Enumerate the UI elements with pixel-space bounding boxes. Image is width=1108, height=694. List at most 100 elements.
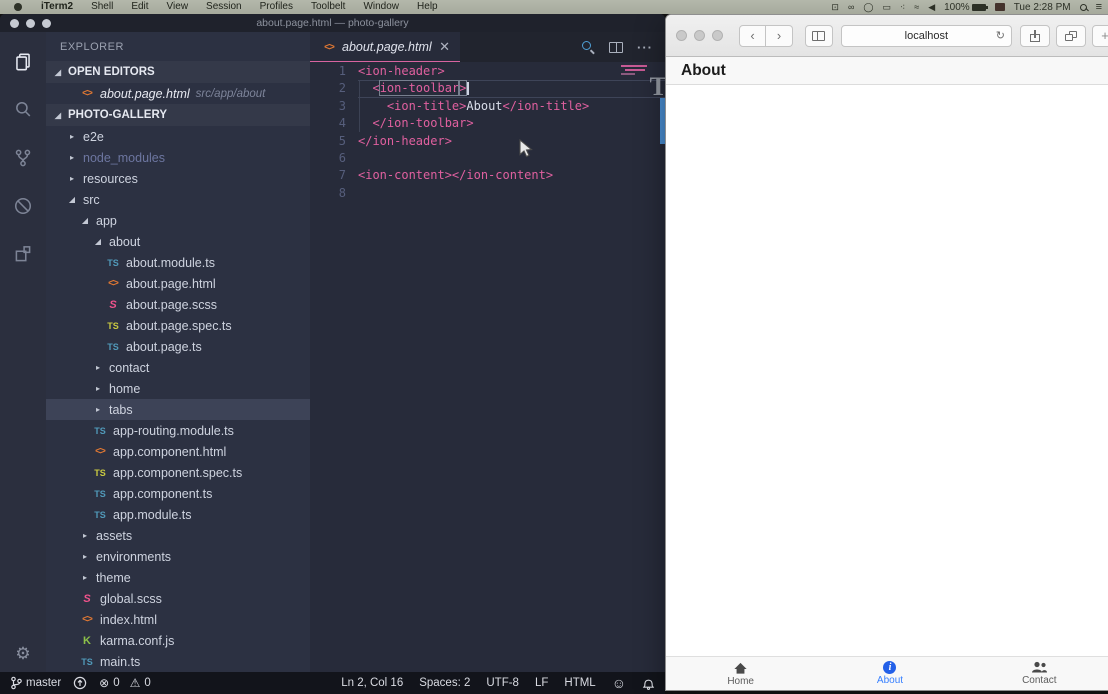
code-line-6[interactable] bbox=[358, 150, 665, 167]
tree-item-karma-conf-js[interactable]: Kkarma.conf.js bbox=[46, 630, 310, 651]
eol-sequence[interactable]: LF bbox=[535, 677, 548, 689]
project-header[interactable]: ◢ PHOTO-GALLERY bbox=[46, 104, 310, 126]
publish-sync-icon[interactable] bbox=[73, 676, 87, 690]
tree-item-about[interactable]: ◢about bbox=[46, 231, 310, 252]
debug-icon[interactable] bbox=[0, 182, 46, 230]
code-line-7[interactable]: <ion-content></ion-content> bbox=[358, 167, 665, 184]
code-token: ion-toolbar bbox=[380, 81, 459, 95]
keystroke-icon[interactable]: ⁖ bbox=[900, 0, 905, 14]
menu-item-shell[interactable]: Shell bbox=[82, 0, 122, 14]
share-button[interactable] bbox=[1020, 25, 1050, 47]
wifi-icon[interactable]: ≈ bbox=[914, 0, 919, 14]
tree-item-about-page-scss[interactable]: Sabout.page.scss bbox=[46, 294, 310, 315]
feedback-smiley-icon[interactable]: ☺ bbox=[612, 675, 626, 691]
zoom-window-button[interactable] bbox=[712, 30, 723, 41]
tree-item-index-html[interactable]: <>index.html bbox=[46, 609, 310, 630]
tree-item-about-page-spec-ts[interactable]: TSabout.page.spec.ts bbox=[46, 315, 310, 336]
menu-item-window[interactable]: Window bbox=[354, 0, 408, 14]
code-line-3[interactable]: <ion-title>About</ion-title> bbox=[358, 98, 665, 115]
minimap[interactable] bbox=[621, 65, 651, 77]
spotlight-icon[interactable] bbox=[1080, 4, 1087, 11]
new-tab-button[interactable]: + bbox=[1092, 25, 1108, 47]
find-icon[interactable] bbox=[581, 40, 595, 54]
menu-bar-clock[interactable]: Tue 2:28 PM bbox=[1014, 2, 1071, 13]
encoding[interactable]: UTF-8 bbox=[486, 677, 519, 689]
display-mirror-icon[interactable]: ▭ bbox=[882, 0, 891, 14]
editor-tab-about-page-html[interactable]: <> about.page.html ✕ bbox=[310, 32, 460, 62]
reload-icon[interactable]: ↻ bbox=[996, 29, 1005, 42]
tree-item-about-page-html[interactable]: <>about.page.html bbox=[46, 273, 310, 294]
tree-item-tabs[interactable]: ▸tabs bbox=[46, 399, 310, 420]
tree-item-app-routing-module-ts[interactable]: TSapp-routing.module.ts bbox=[46, 420, 310, 441]
ion-tab-about[interactable]: iAbout bbox=[815, 657, 964, 690]
menu-item-view[interactable]: View bbox=[158, 0, 198, 14]
tree-item-app-component-spec-ts[interactable]: TSapp.component.spec.ts bbox=[46, 462, 310, 483]
screen-record-icon[interactable]: ⊡ bbox=[831, 0, 839, 14]
open-editor-entry[interactable]: <> about.page.html src/app/about bbox=[46, 83, 310, 104]
code-editor[interactable]: 12345678 <ion-header> <ion-toolbar> <ion… bbox=[310, 62, 665, 672]
close-window-button[interactable] bbox=[676, 30, 687, 41]
git-branch-indicator[interactable]: master bbox=[10, 676, 61, 690]
settings-gear-icon[interactable]: ⚙ bbox=[15, 644, 30, 664]
menu-item-edit[interactable]: Edit bbox=[122, 0, 157, 14]
tree-item-node-modules[interactable]: ▸node_modules bbox=[46, 147, 310, 168]
tree-item-assets[interactable]: ▸assets bbox=[46, 525, 310, 546]
vscode-titlebar[interactable]: about.page.html — photo-gallery bbox=[0, 14, 665, 32]
stop-icon[interactable]: ◯ bbox=[863, 0, 873, 14]
menu-item-profiles[interactable]: Profiles bbox=[251, 0, 302, 14]
tree-item-app[interactable]: ◢app bbox=[46, 210, 310, 231]
tree-item-about-module-ts[interactable]: TSabout.module.ts bbox=[46, 252, 310, 273]
tree-item-home[interactable]: ▸home bbox=[46, 378, 310, 399]
search-icon[interactable] bbox=[0, 86, 46, 134]
cursor-position[interactable]: Ln 2, Col 16 bbox=[341, 677, 403, 689]
extensions-icon[interactable] bbox=[0, 230, 46, 278]
ion-tab-home[interactable]: Home bbox=[666, 657, 815, 690]
tree-item-app-component-html[interactable]: <>app.component.html bbox=[46, 441, 310, 462]
tree-item-label: app.component.ts bbox=[113, 487, 212, 501]
tab-overview-button[interactable] bbox=[1056, 25, 1086, 47]
tree-item-src[interactable]: ◢src bbox=[46, 189, 310, 210]
tree-item-main-ts[interactable]: TSmain.ts bbox=[46, 651, 310, 672]
problems-indicator[interactable]: ⊗ 0 ⚠ 0 bbox=[99, 676, 151, 690]
tree-item-environments[interactable]: ▸environments bbox=[46, 546, 310, 567]
tree-item-resources[interactable]: ▸resources bbox=[46, 168, 310, 189]
input-source-icon[interactable] bbox=[995, 3, 1005, 11]
more-actions-icon[interactable]: ··· bbox=[637, 40, 653, 55]
address-bar[interactable]: localhost ↻ bbox=[841, 25, 1012, 47]
tree-item-global-scss[interactable]: Sglobal.scss bbox=[46, 588, 310, 609]
glasses-icon[interactable]: ∞ bbox=[848, 0, 854, 14]
minimize-window-button[interactable] bbox=[694, 30, 705, 41]
menu-item-iterm2[interactable]: iTerm2 bbox=[32, 0, 82, 14]
safari-toolbar[interactable]: ‹ › localhost ↻ bbox=[666, 15, 1108, 57]
explorer-icon[interactable] bbox=[0, 38, 46, 86]
source-control-icon[interactable] bbox=[0, 134, 46, 182]
split-editor-icon[interactable] bbox=[609, 42, 623, 53]
code-line-8[interactable] bbox=[358, 185, 665, 202]
tab-close-icon[interactable]: ✕ bbox=[439, 39, 450, 55]
code-line-1[interactable]: <ion-header> bbox=[358, 63, 665, 80]
battery-indicator[interactable]: 100% bbox=[944, 2, 986, 13]
indentation[interactable]: Spaces: 2 bbox=[419, 677, 470, 689]
notification-center-icon[interactable]: ≡ bbox=[1096, 0, 1102, 14]
open-editors-header[interactable]: ◢ OPEN EDITORS bbox=[46, 61, 310, 83]
code-line-2[interactable]: <ion-toolbar> bbox=[358, 80, 665, 97]
tree-item-app-module-ts[interactable]: TSapp.module.ts bbox=[46, 504, 310, 525]
ion-tab-contact[interactable]: Contact bbox=[965, 657, 1108, 690]
tree-item-app-component-ts[interactable]: TSapp.component.ts bbox=[46, 483, 310, 504]
sidebar-toggle-button[interactable] bbox=[805, 25, 833, 47]
forward-button[interactable]: › bbox=[766, 25, 793, 47]
code-line-4[interactable]: </ion-toolbar> bbox=[358, 115, 665, 132]
apple-menu-icon[interactable] bbox=[14, 3, 22, 11]
back-button[interactable]: ‹ bbox=[739, 25, 766, 47]
notifications-bell-icon[interactable] bbox=[642, 676, 655, 690]
code-line-5[interactable]: </ion-header> bbox=[358, 133, 665, 150]
tree-item-e2e[interactable]: ▸e2e bbox=[46, 126, 310, 147]
volume-icon[interactable]: ◀ bbox=[928, 0, 935, 14]
language-mode[interactable]: HTML bbox=[564, 677, 595, 689]
menu-item-toolbelt[interactable]: Toolbelt bbox=[302, 0, 354, 14]
tree-item-about-page-ts[interactable]: TSabout.page.ts bbox=[46, 336, 310, 357]
tree-item-contact[interactable]: ▸contact bbox=[46, 357, 310, 378]
menu-item-help[interactable]: Help bbox=[408, 0, 447, 14]
menu-item-session[interactable]: Session bbox=[197, 0, 251, 14]
tree-item-theme[interactable]: ▸theme bbox=[46, 567, 310, 588]
